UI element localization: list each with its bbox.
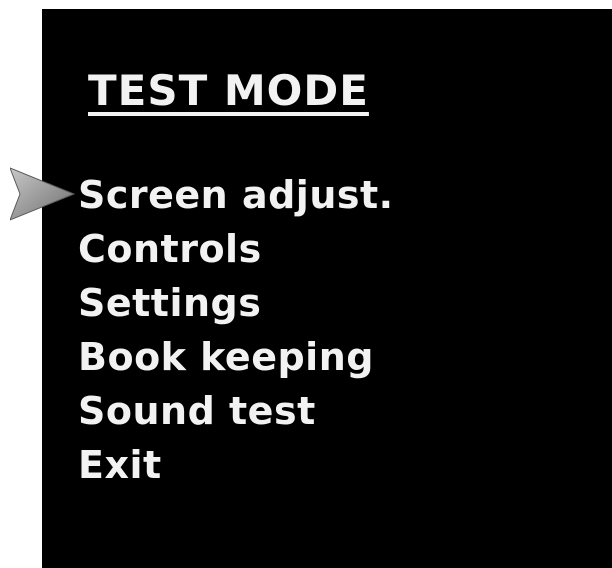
- menu-item-settings[interactable]: Settings: [78, 276, 394, 330]
- page-title: TEST MODE: [88, 66, 369, 115]
- menu-item-screen-adjust[interactable]: Screen adjust.: [78, 168, 394, 222]
- menu-item-book-keeping[interactable]: Book keeping: [78, 330, 394, 384]
- menu-item-controls[interactable]: Controls: [78, 222, 394, 276]
- test-mode-menu: Screen adjust. Controls Settings Book ke…: [78, 168, 394, 492]
- menu-item-sound-test[interactable]: Sound test: [78, 384, 394, 438]
- selection-arrow-icon: [10, 167, 76, 221]
- menu-item-exit[interactable]: Exit: [78, 438, 394, 492]
